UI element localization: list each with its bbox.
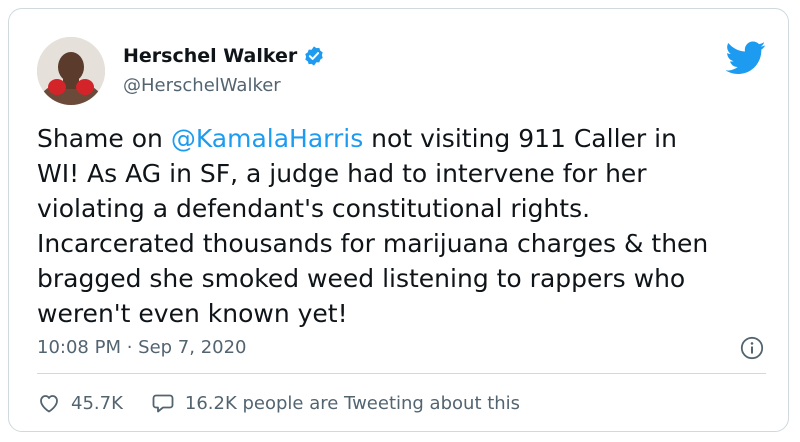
tweet-card: Herschel Walker @HerschelWalker Shame on… <box>8 8 789 432</box>
author-name-row[interactable]: Herschel Walker <box>123 45 325 67</box>
tweet-text: Shame on @KamalaHarris not visiting 911 … <box>37 121 782 331</box>
action-bar: 45.7K 16.2K people are Tweeting about th… <box>37 391 548 415</box>
like-button[interactable]: 45.7K <box>37 391 123 415</box>
author-handle[interactable]: @HerschelWalker <box>123 75 281 96</box>
tweet-timestamp[interactable]: 10:08 PM · Sep 7, 2020 <box>37 337 247 358</box>
conversation-text: 16.2K people are Tweeting about this <box>184 392 521 414</box>
avatar[interactable] <box>37 37 105 105</box>
like-count: 45.7K <box>71 392 123 414</box>
mention-link[interactable]: @KamalaHarris <box>171 124 363 153</box>
tweet-text-start: Shame on <box>37 124 171 153</box>
verified-badge-icon <box>305 46 323 66</box>
conversation-button[interactable]: 16.2K people are Tweeting about this <box>151 391 520 415</box>
info-icon[interactable] <box>740 336 764 360</box>
speech-bubble-icon <box>152 394 174 413</box>
author-name[interactable]: Herschel Walker <box>123 45 297 67</box>
divider <box>37 373 766 374</box>
twitter-bird-icon[interactable] <box>726 41 766 75</box>
heart-icon <box>40 395 58 413</box>
tweet-text-rest: not visiting 911 Caller in WI! As AG in … <box>37 124 709 328</box>
avatar-photo <box>37 37 105 105</box>
